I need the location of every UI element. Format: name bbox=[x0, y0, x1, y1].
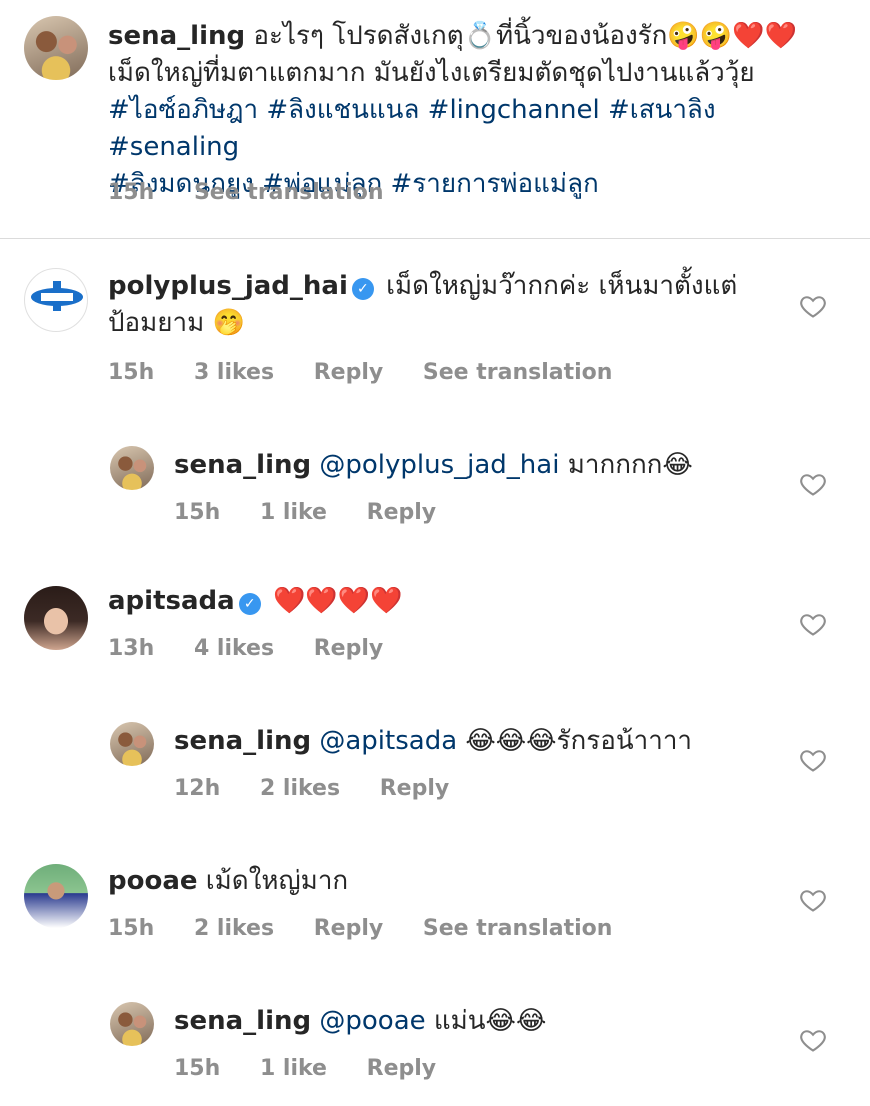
comment-text: มากกกก😂 bbox=[559, 450, 693, 480]
avatar-sena-ling[interactable] bbox=[24, 16, 88, 80]
avatar-sena-ling[interactable] bbox=[110, 722, 154, 766]
comment-meta: 15h 2 likes Reply See translation bbox=[108, 916, 644, 941]
comment-pooae: pooae เม้ดใหญ่มาก bbox=[108, 863, 778, 900]
reply-button[interactable]: Reply bbox=[314, 636, 384, 661]
comment-likes[interactable]: 1 like bbox=[260, 1056, 327, 1081]
comment-meta: 15h 1 like Reply bbox=[174, 500, 468, 525]
comment-time: 15h bbox=[174, 1056, 221, 1081]
comment-meta: 15h 3 likes Reply See translation bbox=[108, 360, 644, 385]
comment-likes[interactable]: 4 likes bbox=[194, 636, 274, 661]
avatar-polyplus[interactable] bbox=[24, 268, 88, 332]
comment-text: เม้ดใหญ่มาก bbox=[205, 866, 349, 896]
comment-username[interactable]: sena_ling bbox=[174, 1006, 311, 1036]
caption-meta: 15h See translation bbox=[108, 180, 416, 205]
comment-likes[interactable]: 3 likes bbox=[194, 360, 274, 385]
caption-text-line2: เม็ดใหญ่ที่มตาแตกมาก มันยังไงเตรียมตัดชุ… bbox=[108, 58, 755, 88]
reply-button[interactable]: Reply bbox=[367, 500, 437, 525]
caption-time: 15h bbox=[108, 180, 155, 205]
avatar-pooae[interactable] bbox=[24, 864, 88, 928]
reply-button[interactable]: Reply bbox=[314, 360, 384, 385]
comment-meta: 15h 1 like Reply bbox=[174, 1056, 468, 1081]
comment-text-line1: เม็ดใหญ่มว๊ากกค่ะ เห็นมาตั้งแต่ bbox=[386, 271, 738, 301]
comment-likes[interactable]: 2 likes bbox=[194, 916, 274, 941]
comment-meta: 13h 4 likes Reply bbox=[108, 636, 415, 661]
avatar-apitsada[interactable] bbox=[24, 586, 88, 650]
caption-text-line1: อะไรๆ โปรดสังเกตุ💍ที่นิ้วของน้องรัก🤪🤪❤️❤… bbox=[253, 21, 797, 51]
caption-text: sena_ling อะไรๆ โปรดสังเกตุ💍ที่นิ้วของน้… bbox=[108, 18, 848, 203]
comment-mention[interactable]: @pooae bbox=[319, 1006, 425, 1036]
comment-username[interactable]: pooae bbox=[108, 866, 198, 896]
caption-divider bbox=[0, 238, 870, 239]
reply-button[interactable]: Reply bbox=[314, 916, 384, 941]
reply-sena-to-polyplus: sena_ling @polyplus_jad_hai มากกกก😂 bbox=[174, 447, 774, 484]
reply-sena-to-apitsada: sena_ling @apitsada 😂😂😂รักรอน้าาาา bbox=[174, 723, 774, 760]
verified-badge-icon: ✓ bbox=[351, 278, 374, 300]
avatar-sena-ling[interactable] bbox=[110, 446, 154, 490]
avatar-sena-ling[interactable] bbox=[110, 1002, 154, 1046]
comment-username[interactable]: sena_ling bbox=[174, 450, 311, 480]
like-heart-icon[interactable] bbox=[799, 470, 827, 498]
reply-button[interactable]: Reply bbox=[367, 1056, 437, 1081]
see-translation-link[interactable]: See translation bbox=[423, 360, 613, 385]
verified-badge-icon: ✓ bbox=[238, 593, 261, 615]
reply-button[interactable]: Reply bbox=[380, 776, 450, 801]
comment-username[interactable]: sena_ling bbox=[174, 726, 311, 756]
comment-time: 15h bbox=[108, 360, 155, 385]
comment-username[interactable]: apitsada bbox=[108, 586, 235, 616]
polyplus-logo-icon bbox=[31, 281, 83, 311]
see-translation-link[interactable]: See translation bbox=[194, 180, 384, 205]
comment-apitsada: apitsada ✓ ❤️❤️❤️❤️ bbox=[108, 583, 778, 620]
see-translation-link[interactable]: See translation bbox=[423, 916, 613, 941]
comment-polyplus: polyplus_jad_hai ✓ เม็ดใหญ่มว๊ากกค่ะ เห็น… bbox=[108, 268, 778, 342]
comment-text: 😂😂😂รักรอน้าาาา bbox=[457, 726, 693, 756]
caption-username[interactable]: sena_ling bbox=[108, 21, 245, 51]
like-heart-icon[interactable] bbox=[799, 886, 827, 914]
comment-time: 12h bbox=[174, 776, 221, 801]
comment-likes[interactable]: 1 like bbox=[260, 500, 327, 525]
like-heart-icon[interactable] bbox=[799, 610, 827, 638]
comment-time: 15h bbox=[174, 500, 221, 525]
comment-text: ❤️❤️❤️❤️ bbox=[272, 586, 403, 616]
comment-meta: 12h 2 likes Reply bbox=[174, 776, 481, 801]
reply-sena-to-pooae: sena_ling @pooae แม่น😂😂 bbox=[174, 1003, 774, 1040]
like-heart-icon[interactable] bbox=[799, 292, 827, 320]
comment-mention[interactable]: @apitsada bbox=[319, 726, 457, 756]
comment-likes[interactable]: 2 likes bbox=[260, 776, 340, 801]
like-heart-icon[interactable] bbox=[799, 1026, 827, 1054]
caption-hashtags-line1[interactable]: #ไอซ์อภิษฎา #ลิงแชนแนล #lingchannel #เสน… bbox=[108, 95, 716, 162]
like-heart-icon[interactable] bbox=[799, 746, 827, 774]
comment-mention[interactable]: @polyplus_jad_hai bbox=[319, 450, 559, 480]
comment-text: แม่น😂😂 bbox=[425, 1006, 547, 1036]
comment-time: 13h bbox=[108, 636, 155, 661]
post-caption: sena_ling อะไรๆ โปรดสังเกตุ💍ที่นิ้วของน้… bbox=[0, 0, 870, 238]
comment-username[interactable]: polyplus_jad_hai bbox=[108, 271, 348, 301]
comment-time: 15h bbox=[108, 916, 155, 941]
comment-text-line2: ป้อมยาม 🤭 bbox=[108, 308, 245, 338]
